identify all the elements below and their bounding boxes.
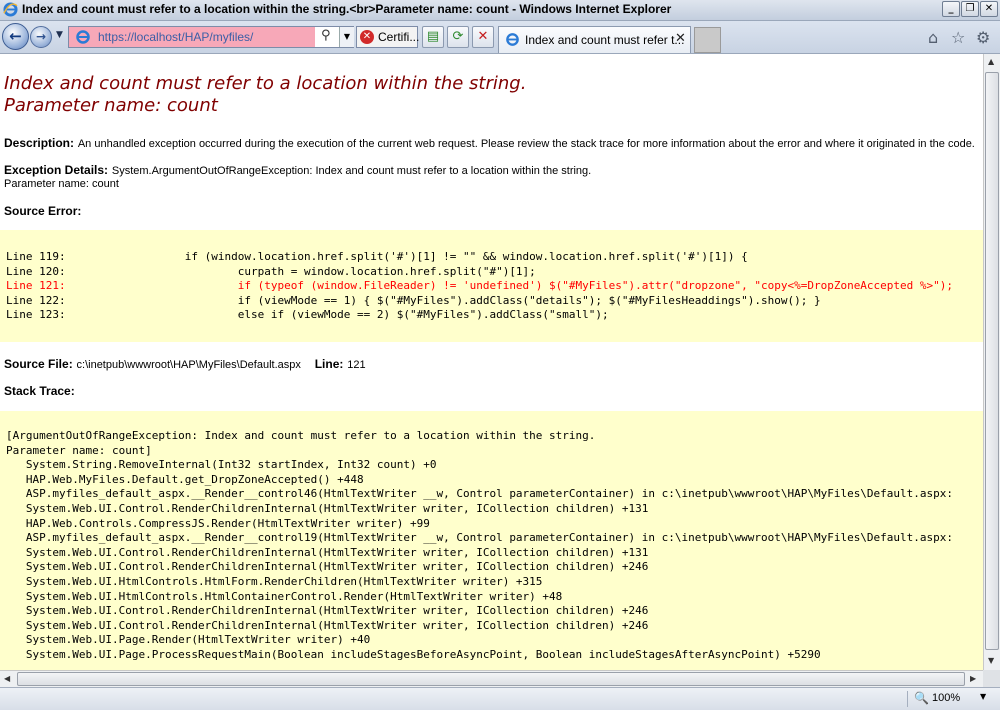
exception-parameter-text: Parameter name: count <box>4 178 119 190</box>
source-line: Line 123: else if (viewMode == 2) $("#My… <box>6 308 609 322</box>
compatibility-view-button[interactable]: ▤ <box>422 26 444 48</box>
certificate-error-label: Certifi... <box>378 30 420 44</box>
source-code-lines: Line 119: if (window.location.href.split… <box>6 250 953 323</box>
window-title: Index and count must refer to a location… <box>22 2 672 16</box>
source-file-value: c:\inetpub\wwwroot\HAP\MyFiles\Default.a… <box>76 359 301 371</box>
page-content: Index and count must refer to a location… <box>0 54 983 670</box>
horizontal-scrollbar[interactable]: ◀ ▶ <box>0 670 983 687</box>
ie-logo-icon <box>3 2 18 17</box>
address-bar[interactable]: https://localhost/HAP/myfiles/ ⚲ ▼ <box>68 26 354 48</box>
description-text: An unhandled exception occurred during t… <box>77 138 975 150</box>
stack-trace-line: HAP.Web.Controls.CompressJS.Render(HtmlT… <box>6 516 430 530</box>
stack-trace-line: [ArgumentOutOfRangeException: Index and … <box>6 429 596 442</box>
source-error-box: Line 119: if (window.location.href.split… <box>0 230 983 342</box>
scroll-up-icon[interactable]: ▲ <box>988 57 994 66</box>
favorites-star-icon[interactable]: ☆ <box>951 28 965 47</box>
zoom-level: 100% <box>932 692 961 704</box>
description-row: Description: An unhandled exception occu… <box>4 136 975 150</box>
horizontal-scroll-thumb[interactable] <box>17 672 965 686</box>
error-title-line1: Index and count must refer to a location… <box>4 73 527 94</box>
description-label: Description: <box>4 136 75 150</box>
error-title-line2: Parameter name: count <box>4 95 218 116</box>
scrollbar-corner <box>983 670 1000 687</box>
ie-page-icon <box>506 33 519 46</box>
stack-trace-line: System.Web.UI.Control.RenderChildrenInte… <box>6 501 649 515</box>
exception-details-row: Exception Details: System.ArgumentOutOfR… <box>4 163 591 177</box>
stack-trace-line: System.Web.UI.HtmlControls.HtmlContainer… <box>6 589 563 603</box>
stack-trace-line: System.Web.UI.Page.Render(HtmlTextWriter… <box>6 633 371 647</box>
stop-icon: ✕ <box>477 29 489 44</box>
stack-trace-line: HAP.Web.MyFiles.Default.get_DropZoneAcce… <box>6 472 364 486</box>
gear-icon[interactable]: ⚙ <box>976 28 990 47</box>
tab-close-icon[interactable]: ✕ <box>675 31 686 46</box>
stack-trace-lines: [ArgumentOutOfRangeException: Index and … <box>6 429 953 663</box>
search-icon[interactable]: ⚲ <box>321 28 331 43</box>
stack-trace-box: [ArgumentOutOfRangeException: Index and … <box>0 411 983 670</box>
stop-button[interactable]: ✕ <box>472 26 494 48</box>
status-bar: 🔍 100% ▼ <box>0 687 1000 710</box>
zoom-control[interactable]: 🔍 100% ▼ <box>907 691 996 707</box>
source-file-label: Source File: <box>4 357 73 371</box>
recent-pages-dropdown[interactable]: ▼ <box>56 30 63 40</box>
stack-trace-line: System.Web.UI.Control.RenderChildrenInte… <box>6 618 649 632</box>
forward-arrow-icon: → <box>35 29 47 44</box>
stack-trace-line: System.String.RemoveInternal(Int32 start… <box>6 458 437 472</box>
stack-trace-line: System.Web.UI.Page.ProcessRequestMain(Bo… <box>6 647 821 661</box>
stack-trace-line: System.Web.UI.HtmlControls.HtmlForm.Rend… <box>6 574 543 588</box>
forward-button[interactable]: → <box>30 26 52 48</box>
source-file-row: Source File: c:\inetpub\wwwroot\HAP\MyFi… <box>4 357 366 371</box>
line-label: Line: <box>314 357 344 371</box>
source-line: Line 120: curpath = window.location.href… <box>6 264 536 278</box>
browser-window: Index and count must refer to a location… <box>0 0 1000 710</box>
tab-active[interactable]: Index and count must refer t... ✕ <box>498 26 691 53</box>
line-value: 121 <box>347 359 366 371</box>
vertical-scrollbar[interactable]: ▲ ▼ <box>983 54 1000 670</box>
address-dropdown[interactable]: ▼ <box>339 27 354 47</box>
compatibility-icon: ▤ <box>426 29 440 44</box>
certificate-error-icon: ✕ <box>360 30 374 44</box>
source-error-label: Source Error: <box>4 204 82 218</box>
new-tab-button[interactable] <box>694 27 721 53</box>
restore-button[interactable]: ❐ <box>961 1 979 17</box>
stack-trace-line: ASP.myfiles_default_aspx.__Render__contr… <box>6 531 954 545</box>
stack-trace-line: ASP.myfiles_default_aspx.__Render__contr… <box>6 487 954 501</box>
tab-label: Index and count must refer t... <box>525 33 685 47</box>
title-bar: Index and count must refer to a location… <box>0 0 1000 21</box>
source-line-highlighted: Line 121: if (typeof (window.FileReader)… <box>6 279 954 293</box>
source-line: Line 122: if (viewMode == 1) { $("#MyFil… <box>6 293 821 307</box>
vertical-scroll-thumb[interactable] <box>985 72 999 650</box>
minimize-button[interactable]: _ <box>942 1 960 17</box>
navigation-bar: ← → ▼ https://localhost/HAP/myfiles/ ⚲ ▼… <box>0 21 1000 54</box>
refresh-button[interactable]: ⟳ <box>447 26 469 48</box>
ie-page-icon <box>76 30 90 44</box>
stack-trace-label: Stack Trace: <box>4 384 75 398</box>
refresh-icon: ⟳ <box>452 29 464 44</box>
scroll-left-icon[interactable]: ◀ <box>4 674 10 683</box>
scroll-down-icon[interactable]: ▼ <box>988 656 994 665</box>
scroll-right-icon[interactable]: ▶ <box>970 674 976 683</box>
certificate-error-button[interactable]: ✕ Certifi... <box>356 26 420 48</box>
stack-trace-line: System.Web.UI.Control.RenderChildrenInte… <box>6 604 649 618</box>
error-title: Index and count must refer to a location… <box>4 73 526 117</box>
source-line: Line 119: if (window.location.href.split… <box>6 250 748 263</box>
stack-trace-line: Parameter name: count] <box>6 443 152 457</box>
stack-trace-line: System.Web.UI.Control.RenderChildrenInte… <box>6 545 649 559</box>
back-arrow-icon: ← <box>9 26 22 45</box>
zoom-dropdown-icon[interactable]: ▼ <box>980 692 986 701</box>
url-text[interactable]: https://localhost/HAP/myfiles/ <box>98 30 253 44</box>
stack-trace-line: System.Web.UI.Control.RenderChildrenInte… <box>6 560 649 574</box>
zoom-icon: 🔍 <box>914 691 929 705</box>
home-icon[interactable]: ⌂ <box>928 28 938 47</box>
back-button[interactable]: ← <box>2 23 29 50</box>
exception-details-label: Exception Details: <box>4 163 109 177</box>
close-window-button[interactable]: ✕ <box>980 1 998 17</box>
exception-details-text: System.ArgumentOutOfRangeException: Inde… <box>111 165 592 177</box>
